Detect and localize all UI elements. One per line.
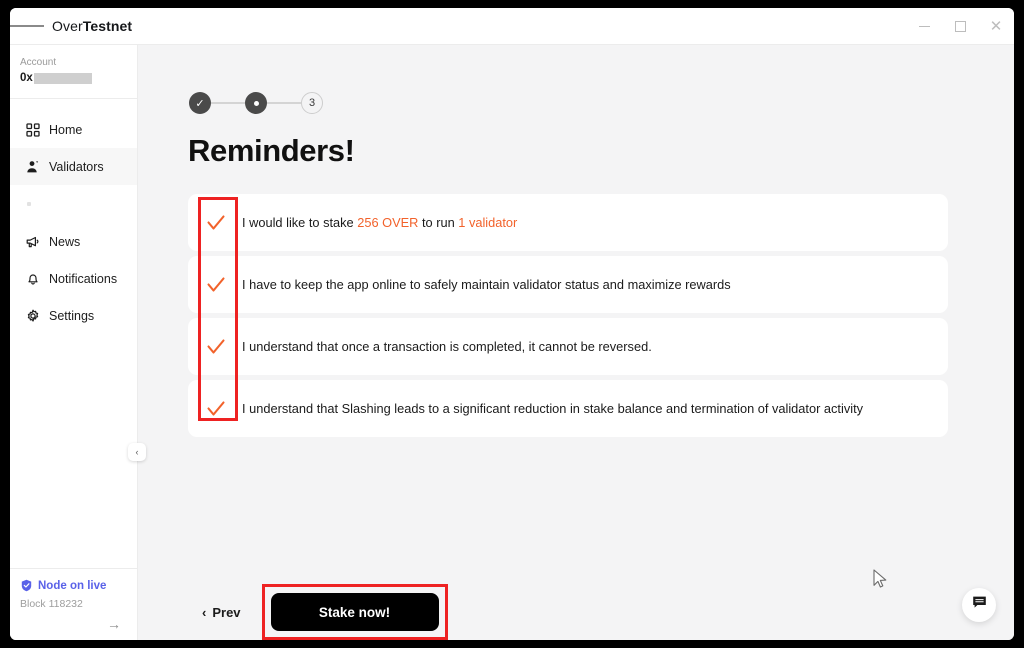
checkmark-icon[interactable] bbox=[202, 212, 230, 234]
megaphone-icon bbox=[25, 234, 40, 249]
reminder-row-1[interactable]: I would like to stake 256 OVER to run 1 … bbox=[188, 194, 948, 251]
sidebar-item-home[interactable]: Home bbox=[10, 111, 137, 148]
chevron-left-icon: ‹ bbox=[202, 604, 207, 620]
reminder-text: I understand that once a transaction is … bbox=[242, 339, 652, 354]
sidebar-item-label: Settings bbox=[49, 308, 95, 323]
sidebar: Account 0x Home Validators News Notifica… bbox=[10, 45, 146, 640]
reminder-text-part: I would like to stake bbox=[242, 215, 358, 230]
gear-icon bbox=[25, 308, 40, 323]
prev-button-label: Prev bbox=[212, 604, 241, 620]
sidebar-item-label: Notifications bbox=[49, 271, 118, 286]
app-window: OverTestnet ✕ Account 0x Home Validators… bbox=[10, 8, 1014, 640]
checkmark-icon[interactable] bbox=[202, 336, 230, 358]
app-title: OverTestnet bbox=[52, 18, 132, 34]
step-connector-2 bbox=[267, 102, 301, 104]
main-content: ✓ 3 Reminders! I would like to stake 256… bbox=[138, 45, 1014, 640]
prev-button[interactable]: ‹ Prev bbox=[188, 597, 255, 628]
account-address-redaction bbox=[33, 72, 92, 84]
chat-icon bbox=[972, 595, 987, 615]
stake-button-wrapper: Stake now! bbox=[261, 584, 448, 640]
title-bar: OverTestnet ✕ bbox=[10, 8, 1014, 44]
sidebar-collapse-toggle[interactable]: ‹ bbox=[128, 443, 146, 461]
reminder-highlight-amount: 256 OVER bbox=[357, 215, 419, 230]
sidebar-item-validators[interactable]: Validators bbox=[10, 148, 137, 185]
step-3-upcoming[interactable]: 3 bbox=[301, 92, 323, 114]
step-connector-1 bbox=[211, 102, 245, 104]
reminder-row-3[interactable]: I understand that once a transaction is … bbox=[188, 318, 948, 375]
app-title-light: Over bbox=[52, 18, 83, 34]
reminder-list: I would like to stake 256 OVER to run 1 … bbox=[188, 194, 948, 437]
reminder-text: I understand that Slashing leads to a si… bbox=[242, 401, 864, 416]
reminder-highlight-validators: 1 validator bbox=[458, 215, 518, 230]
bell-icon bbox=[25, 271, 40, 286]
account-address: 0x bbox=[20, 72, 127, 84]
checkmark-icon[interactable] bbox=[202, 398, 230, 420]
block-height-label: Block 118232 bbox=[20, 598, 83, 610]
node-status-label: Node on live bbox=[38, 579, 107, 592]
account-label: Account bbox=[20, 57, 57, 68]
step-1-complete[interactable]: ✓ bbox=[189, 92, 211, 114]
app-body: Account 0x Home Validators News Notifica… bbox=[10, 44, 1014, 640]
reminder-text-part: to run bbox=[418, 215, 459, 230]
sidebar-item-settings[interactable]: Settings bbox=[10, 297, 137, 334]
sidebar-item-news[interactable]: News bbox=[10, 223, 137, 260]
stake-now-button[interactable]: Stake now! bbox=[270, 593, 439, 631]
reminder-row-2[interactable]: I have to keep the app online to safely … bbox=[188, 256, 948, 313]
page-title: Reminders! bbox=[188, 133, 355, 168]
reminder-text: I would like to stake 256 OVER to run 1 … bbox=[242, 215, 517, 230]
chat-support-button[interactable] bbox=[962, 588, 996, 622]
grid-icon bbox=[25, 122, 40, 137]
node-detail-arrow-icon[interactable]: → bbox=[20, 616, 127, 632]
validator-person-icon bbox=[25, 159, 40, 174]
sidebar-item-label: Home bbox=[49, 122, 83, 137]
sidebar-item-label: Validators bbox=[49, 159, 104, 174]
sidebar-item-notifications[interactable]: Notifications bbox=[10, 260, 137, 297]
node-status-panel: Node on live Block 118232 → bbox=[10, 568, 137, 640]
hamburger-icon[interactable] bbox=[10, 8, 44, 44]
wizard-footer: ‹ Prev Stake now! bbox=[188, 584, 448, 640]
account-panel[interactable]: Account 0x bbox=[10, 45, 137, 99]
checkmark-icon[interactable] bbox=[202, 274, 230, 296]
step-2-current[interactable] bbox=[245, 92, 267, 114]
maximize-button[interactable] bbox=[942, 8, 978, 44]
shield-check-icon bbox=[20, 579, 33, 592]
sidebar-item-label: News bbox=[49, 234, 81, 249]
sidebar-nav: Home Validators News Notifications Setti… bbox=[10, 99, 137, 568]
progress-stepper: ✓ 3 bbox=[189, 92, 976, 114]
account-address-prefix: 0x bbox=[20, 72, 33, 84]
close-button[interactable]: ✕ bbox=[978, 8, 1014, 44]
minimize-button[interactable] bbox=[906, 8, 942, 44]
app-title-bold: Testnet bbox=[82, 18, 133, 34]
reminder-text: I have to keep the app online to safely … bbox=[242, 277, 731, 292]
window-controls: ✕ bbox=[906, 8, 1014, 44]
reminder-row-4[interactable]: I understand that Slashing leads to a si… bbox=[188, 380, 948, 437]
sidebar-placeholder-dot bbox=[10, 185, 137, 223]
mouse-cursor bbox=[873, 569, 889, 596]
node-status-row: Node on live bbox=[20, 579, 127, 592]
